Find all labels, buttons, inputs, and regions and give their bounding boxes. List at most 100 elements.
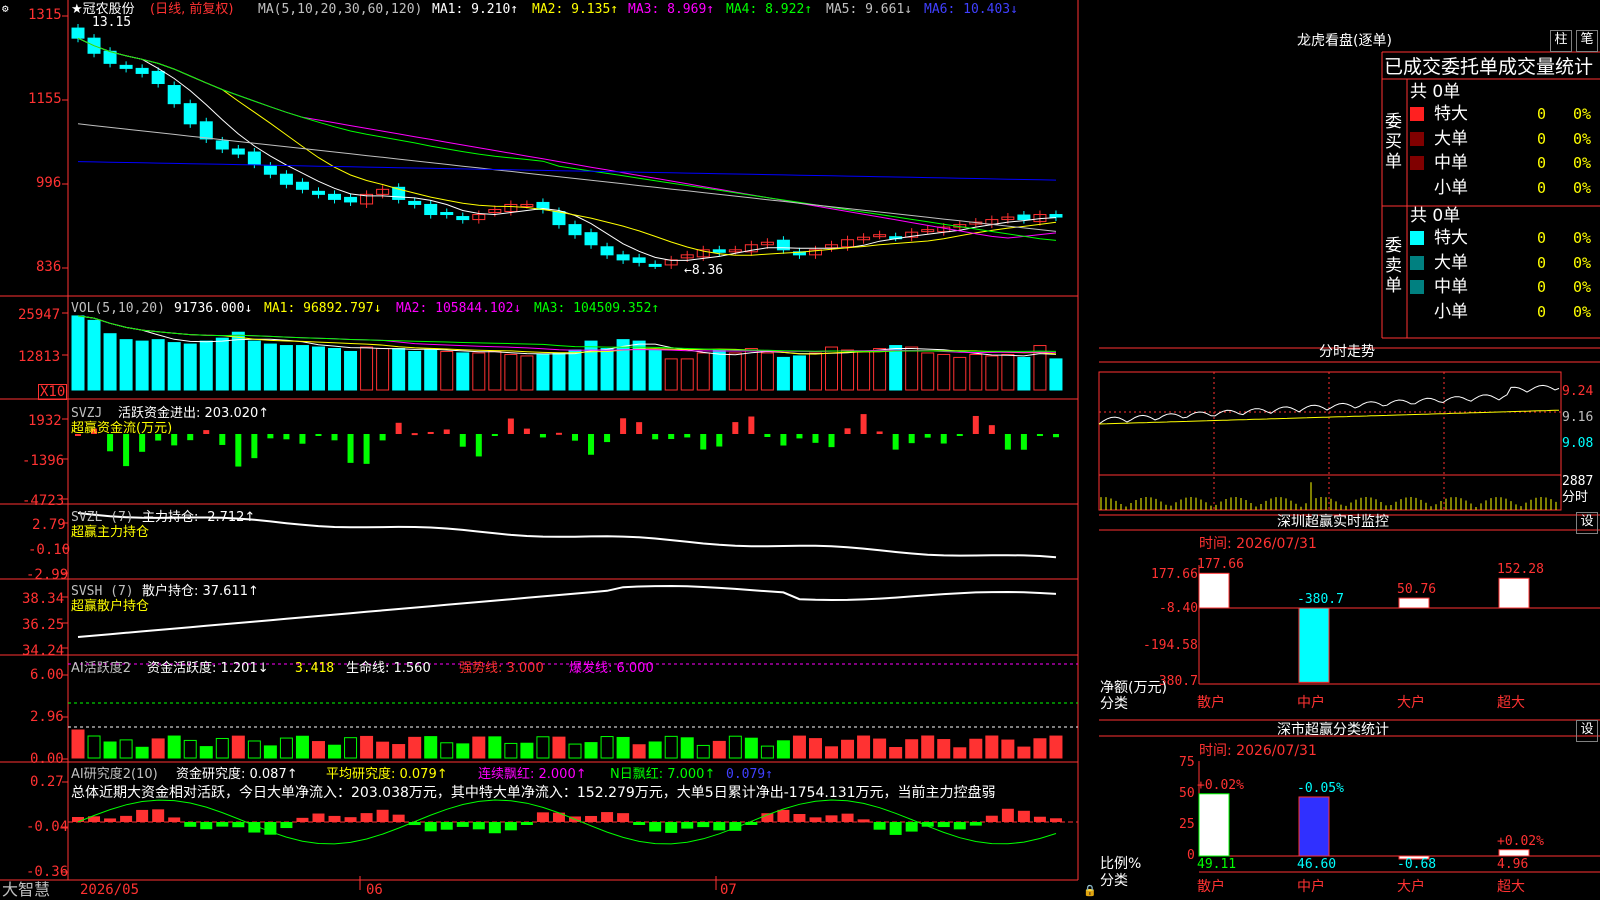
research-bar [937,822,950,828]
ai1-name: AI活跃度2 [71,661,131,676]
activity-bar [520,742,534,759]
svzj-bar [523,428,530,434]
volume-bar [71,315,85,391]
ai2-d: N日飘红: 7.000↑ [610,767,716,782]
research-bar [777,809,790,822]
svzj-bar [283,434,290,440]
order-count: 0 [1537,302,1547,321]
classify-category: 大户 [1397,879,1425,895]
ai2-a: 资金研究度: 0.087↑ [176,767,298,782]
research-bar [793,814,806,822]
candle-body [199,121,213,140]
vol-ma2: MA2: 105844.102↓ [396,301,522,316]
activity-bar [744,737,758,759]
y-label: 0.00 [30,751,64,767]
y-label: -0.36 [26,864,69,880]
order-count: 0 [1537,229,1547,247]
longhu-tabs[interactable]: 已成交委托单成交量统计 [1384,57,1593,77]
svzj-bar [379,434,386,441]
activity-bar [119,739,133,759]
legend-swatch [1410,131,1424,146]
research-bar [697,822,710,828]
svzj-bar [796,434,803,439]
candle-body [616,254,630,261]
legend-swatch [1410,180,1424,195]
candle-body [1017,214,1031,221]
y-label: -4723 [22,493,65,509]
svzj-bar [555,432,562,435]
monitor-settings-button[interactable]: 设 [1576,512,1598,534]
volume-bar [568,349,582,391]
intraday-sub: 分时 [1562,490,1589,505]
svzj-bar [203,430,210,434]
activity-bar [857,735,871,759]
volume-bar [520,355,534,391]
candle-body [311,190,325,195]
research-bar [841,813,854,822]
vol-scale: X10 [38,384,68,400]
classify-axis-title: 分类 [1100,873,1128,889]
volume-bar [953,356,967,391]
volume-bar [760,352,774,391]
volume-bar [408,350,422,391]
classify-category: 散户 [1197,879,1225,895]
monitor-bar [1398,597,1430,609]
research-bar [456,822,469,827]
svzj-bar [972,415,979,434]
research-bar [344,817,357,822]
candle-body [183,103,197,125]
svzj-value: 活跃资金进出: 203.020↑ [118,406,270,421]
svzj-bar [507,418,514,434]
candle-body [279,173,293,185]
volume-bar [360,346,374,391]
order-percent: 0% [1573,302,1592,321]
volume-bar [937,353,951,391]
svzj-bar [620,418,627,434]
column-view-button[interactable]: 柱 [1550,30,1572,52]
app-name[interactable]: 大智慧 [2,881,50,899]
monitor-title: 深圳超赢实时监控 [1277,514,1389,530]
ai1-a: 资金活跃度: 1.201↓ [147,661,269,676]
svzj-bar [363,434,370,464]
tick-view-button[interactable]: 笔 [1576,30,1598,52]
svzl-value: 主力持仓: -2.712↑ [142,510,256,525]
volume-bar [295,345,309,391]
chart-svg[interactable] [0,0,1098,900]
volume-bar [808,352,822,391]
x-label: 07 [720,882,737,898]
lock-icon[interactable]: 🔒 [1083,883,1097,898]
classify-bar [1498,849,1530,857]
y-label: -0.04 [26,819,69,835]
vol-ma1: MA1: 96892.797↓ [264,301,382,316]
legend-swatch [1410,255,1424,270]
candle-body [424,203,438,216]
volume-bar [696,352,710,391]
activity-bar [825,746,839,759]
svzj-bar [1036,434,1043,437]
activity-bar [472,736,486,759]
candle-body [456,216,470,221]
research-bar [200,822,213,830]
settings-icon[interactable]: ⚙ [2,1,9,16]
order-count: 0 [1537,253,1547,272]
svzj-bar [924,434,931,438]
chart-mode[interactable]: (日线, 前复权) [150,2,233,17]
order-count: 0 [1537,129,1547,148]
research-bar [120,815,133,822]
research-bar [520,822,533,825]
candle-body [600,246,614,256]
chart-area[interactable]: ⚙ ★冠农股份 (日线, 前复权) MA(5,10,20,30,60,120) … [0,0,1098,900]
research-bar [873,822,886,830]
volume-bar [905,346,919,391]
svsh-name: SVSH (7) [71,584,134,599]
volume-bar [969,353,983,391]
volume-bar [648,349,662,391]
volume-bar [151,339,165,391]
classify-y: 75 [1179,755,1195,770]
volume-bar [440,350,454,391]
y-label: 2.79 [32,517,66,533]
activity-bar [247,740,261,759]
classify-settings-button[interactable]: 设 [1576,720,1598,742]
activity-bar [392,744,406,759]
monitor-y: -194.58 [1143,638,1198,653]
